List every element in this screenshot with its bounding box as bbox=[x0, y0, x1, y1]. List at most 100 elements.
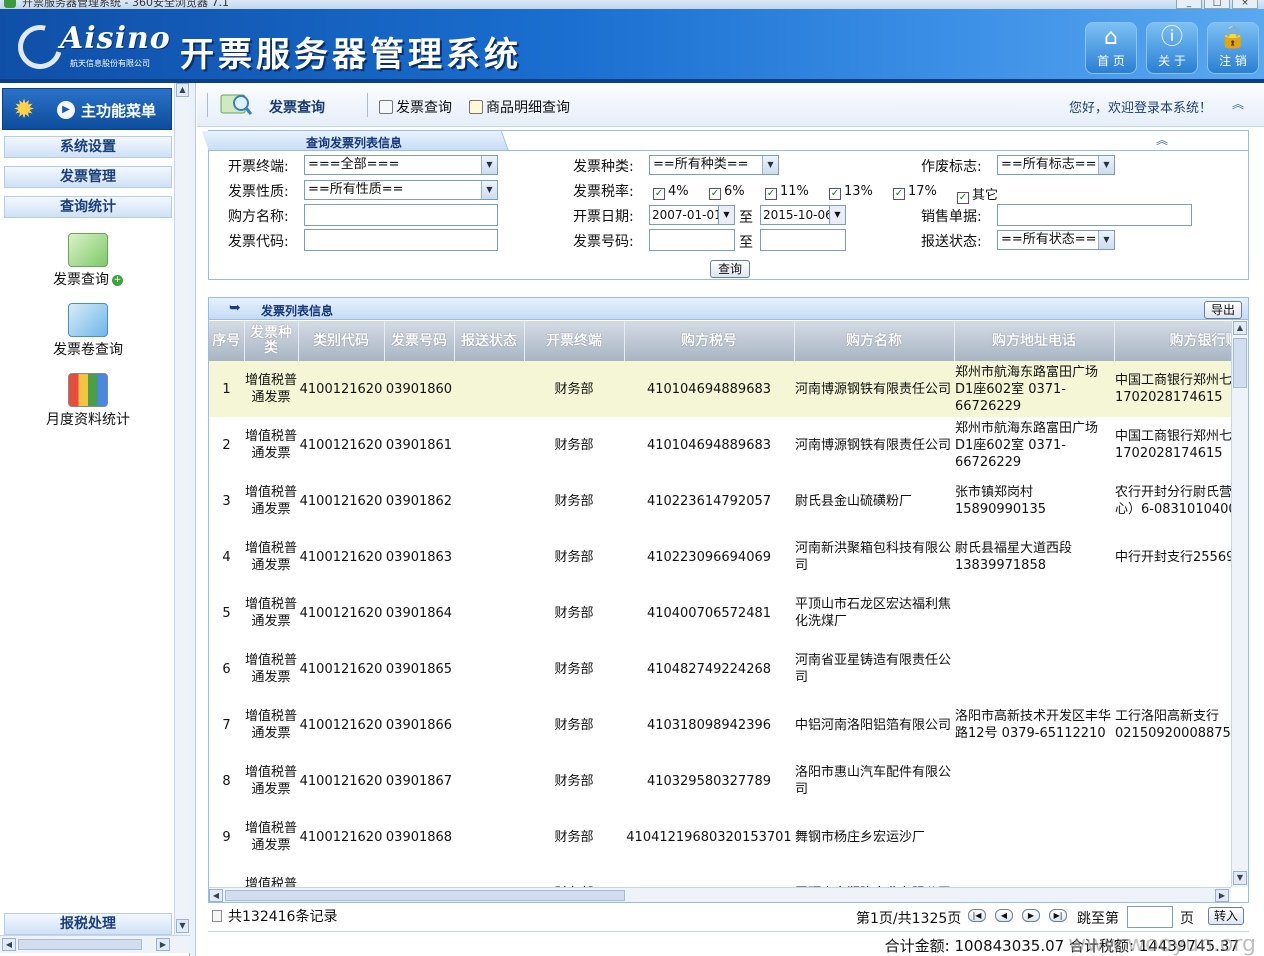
table-row[interactable]: 9 增值税普通发票 4100121620 03901868 财务部 41041219680… bbox=[209, 809, 1231, 865]
report-status-select[interactable]: ==所有状态== ▼ bbox=[997, 230, 1115, 250]
scroll-up-icon[interactable]: ▲ bbox=[1233, 321, 1247, 335]
cell-kind: 增值税普通发票 bbox=[245, 541, 298, 573]
cell-status bbox=[454, 529, 524, 585]
sidebar-item-monthly-stats[interactable]: 月度资料统计 bbox=[4, 373, 172, 429]
query-button[interactable]: 查询 bbox=[710, 260, 750, 278]
rate-4-checkbox[interactable]: ✓ 4% bbox=[653, 184, 689, 200]
grid-vscrollbar[interactable]: ▲ ▼ bbox=[1231, 321, 1248, 887]
buyer-name-input[interactable] bbox=[304, 204, 498, 226]
grid-hscrollbar[interactable]: ◀ ▶ bbox=[209, 887, 1231, 902]
next-page-button[interactable]: ▶ bbox=[1022, 909, 1040, 922]
minimize-button[interactable]: _ bbox=[1176, 0, 1202, 9]
cell-tax-id bbox=[624, 865, 794, 887]
table-row[interactable]: 8 增值税普通发票 4100121620 03901867 财务部 41032958032… bbox=[209, 753, 1231, 809]
logout-button[interactable]: 🔒 注 销 bbox=[1207, 22, 1259, 74]
last-page-button[interactable]: ▶| bbox=[1049, 909, 1067, 922]
table-row[interactable]: 5 增值税普通发票 4100121620 03901864 财务部 41040070657… bbox=[209, 585, 1231, 641]
rate-other-checkbox[interactable]: ✓ 其它 bbox=[957, 184, 998, 204]
column-header[interactable]: 类别代码 bbox=[298, 321, 385, 361]
column-header[interactable]: 购方税号 bbox=[624, 321, 795, 361]
rate-11-checkbox[interactable]: ✓ 11% bbox=[765, 184, 809, 200]
column-header[interactable]: 购方名称 bbox=[794, 321, 955, 361]
table-row[interactable]: 7 增值税普通发票 4100121620 03901866 财务部 41031809894… bbox=[209, 697, 1231, 753]
table-row[interactable]: 4 增值税普通发票 4100121620 03901863 财务部 41022309669… bbox=[209, 529, 1231, 585]
cell-terminal: 财务部 bbox=[554, 605, 594, 621]
cell-code: 4100121620 bbox=[299, 493, 383, 509]
rate-13-checkbox[interactable]: ✓ 13% bbox=[829, 184, 873, 200]
column-header[interactable]: 购方银行账号 bbox=[1114, 321, 1231, 361]
column-header[interactable]: 报送状态 bbox=[454, 321, 525, 361]
cell-bank: 中国工商银行郑州七支行170202817461​5 bbox=[1114, 361, 1231, 417]
invoice-kind-select[interactable]: ==所有种类== ▼ bbox=[649, 155, 779, 175]
nav-section-invoice-management[interactable]: 发票管理 bbox=[4, 166, 172, 188]
scroll-down-icon[interactable]: ▼ bbox=[1233, 871, 1247, 885]
invoice-number-to-input[interactable] bbox=[760, 229, 846, 251]
search-icon bbox=[379, 100, 393, 114]
invoice-code-input[interactable] bbox=[304, 229, 498, 251]
go-button[interactable]: 转入 bbox=[1208, 907, 1244, 925]
collapse-icon[interactable]: ︽ bbox=[1232, 95, 1244, 112]
lock-icon: 🔒 bbox=[1219, 25, 1247, 50]
column-header[interactable]: 发票号码 bbox=[384, 321, 455, 361]
close-window-button[interactable]: × bbox=[1232, 0, 1258, 9]
scroll-right-icon[interactable]: ▶ bbox=[156, 938, 170, 951]
table-row[interactable]: 10增值税普通发票410012162003901869 财务部 平顶山市润隆实业有限… bbox=[209, 865, 1231, 887]
sidebar-item-label: 发票卷查询 bbox=[53, 342, 123, 358]
cell-no: 7 bbox=[222, 717, 231, 733]
terminal-select[interactable]: ===全部=== ▼ bbox=[304, 155, 498, 175]
sidebar-item-invoice-query[interactable]: 发票查询 + bbox=[4, 233, 172, 289]
first-page-button[interactable]: |◀ bbox=[968, 909, 986, 922]
scroll-thumb[interactable] bbox=[18, 939, 142, 950]
sales-doc-input[interactable] bbox=[997, 204, 1192, 226]
cell-terminal: 财务部 bbox=[524, 361, 624, 417]
nav-section-tax-filing[interactable]: 报税处理 bbox=[4, 913, 172, 935]
scroll-left-icon[interactable]: ◀ bbox=[2, 938, 16, 951]
rate-6-checkbox[interactable]: ✓ 6% bbox=[709, 184, 745, 200]
jump-page-input[interactable] bbox=[1127, 906, 1173, 928]
scroll-thumb[interactable] bbox=[225, 890, 625, 901]
table-row[interactable]: 2 增值税普通发票 4100121620 03901861 财务部 41010469488… bbox=[209, 417, 1231, 473]
prev-page-button[interactable]: ◀ bbox=[995, 909, 1013, 922]
scroll-thumb[interactable] bbox=[1233, 338, 1247, 388]
scroll-down-icon[interactable]: ▼ bbox=[176, 919, 189, 933]
nav-section-query-stats[interactable]: 查询统计 bbox=[4, 196, 172, 218]
collapse-icon[interactable]: ︽ bbox=[1156, 131, 1168, 148]
cell-name: 尉氏县金山硫磺粉厂 bbox=[795, 493, 913, 509]
export-button[interactable]: 导出 bbox=[1204, 301, 1242, 319]
cell-status bbox=[454, 585, 524, 641]
home-button[interactable]: ⌂ 首 页 bbox=[1085, 22, 1137, 74]
date-to-input[interactable]: 2015-10-06 ▼ bbox=[760, 205, 846, 225]
calendar-dropdown-icon[interactable]: ▼ bbox=[718, 206, 734, 224]
gear-icon: ✹ bbox=[13, 95, 35, 125]
scroll-right-icon[interactable]: ▶ bbox=[1215, 889, 1229, 902]
link-goods-detail-query[interactable]: 商品明细查询 bbox=[469, 97, 570, 117]
link-invoice-query[interactable]: 发票查询 bbox=[379, 97, 452, 117]
invoice-number-from-input[interactable] bbox=[649, 229, 735, 251]
column-header[interactable]: 开票终端 bbox=[524, 321, 625, 361]
panel-splitter[interactable] bbox=[190, 83, 196, 956]
table-row[interactable]: 3 增值税普通发票 4100121620 03901862 财务部 41022361479… bbox=[209, 473, 1231, 529]
invoice-kind-label: 发票种类: bbox=[573, 159, 634, 175]
date-from-input[interactable]: 2007-01-01 ▼ bbox=[649, 205, 735, 225]
cell-addr: 尉氏县福星大道西段 13839971858 bbox=[955, 541, 1073, 573]
void-flag-select[interactable]: ==所有标志== ▼ bbox=[997, 155, 1115, 175]
column-header[interactable]: 发票种类 bbox=[244, 321, 299, 361]
column-header[interactable]: 购方地址电话 bbox=[954, 321, 1115, 361]
about-button[interactable]: ⓘ 关 于 bbox=[1146, 22, 1198, 74]
sidebar-item-invoice-roll-query[interactable]: 发票卷查询 bbox=[4, 303, 172, 359]
nature-select[interactable]: ==所有性质== ▼ bbox=[304, 180, 498, 200]
sidebar-scrollbar[interactable]: ▲ ▼ bbox=[174, 83, 190, 935]
column-header[interactable]: 序号 bbox=[209, 321, 245, 361]
scroll-left-icon[interactable]: ◀ bbox=[209, 889, 223, 902]
invoice-list-panel: ➥ 发票列表信息 导出 序号 发票种类 类别代码 发票号码 报送状态 开票终端 购方税号 购方… bbox=[208, 297, 1249, 903]
nav-section-system-settings[interactable]: 系统设置 bbox=[4, 136, 172, 158]
about-button-label: 关 于 bbox=[1158, 54, 1186, 68]
calendar-dropdown-icon[interactable]: ▼ bbox=[829, 206, 845, 224]
table-row[interactable]: 6 增值税普通发票 4100121620 03901865 财务部 41048274922… bbox=[209, 641, 1231, 697]
rate-17-checkbox[interactable]: ✓ 17% bbox=[893, 184, 937, 200]
table-row[interactable]: 1 增值税普通发票 4100121620 03901860 财务部 41010469488… bbox=[209, 361, 1231, 417]
cell-addr bbox=[954, 585, 1114, 641]
maximize-button[interactable]: □ bbox=[1204, 0, 1230, 9]
sidebar-hscrollbar[interactable]: ◀ ▶ bbox=[0, 935, 190, 953]
scroll-up-icon[interactable]: ▲ bbox=[176, 83, 189, 97]
